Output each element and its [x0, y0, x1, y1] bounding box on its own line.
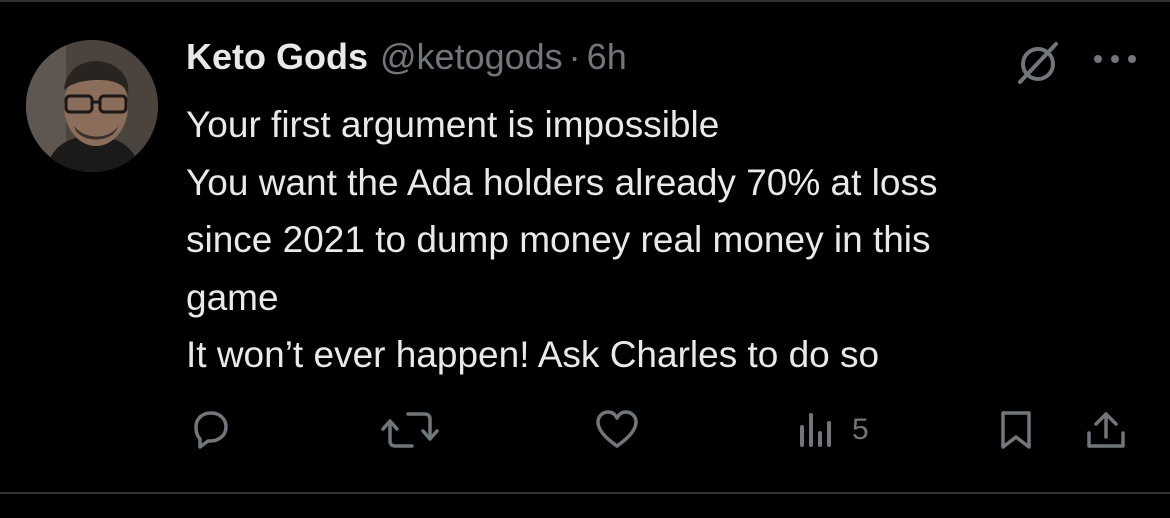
- tweet-text: Your first argument is impossible You wa…: [186, 96, 1146, 384]
- bookmark-icon: [1001, 411, 1031, 449]
- retweet-button[interactable]: [380, 400, 440, 460]
- reply-icon: [194, 411, 228, 449]
- top-divider: [0, 0, 1170, 2]
- bookmark-button[interactable]: [998, 400, 1034, 460]
- separator-dot: ·: [568, 36, 581, 77]
- tweet-line: You want the Ada holders already 70% at …: [186, 161, 938, 203]
- bottom-divider: [0, 492, 1170, 494]
- tweet-line: Your first argument is impossible: [186, 104, 720, 145]
- display-name[interactable]: Keto Gods: [186, 36, 368, 78]
- tweet-header: Keto Gods @ketogods · 6h: [186, 36, 627, 86]
- tweet-line: It won’t ever happen! Ask Charles to do …: [186, 334, 880, 375]
- views-count: 5: [852, 413, 869, 446]
- tweet-line: since 2021 to dump money real money in t…: [186, 219, 931, 260]
- heart-icon: [596, 410, 638, 448]
- share-button[interactable]: [1084, 400, 1128, 460]
- grok-icon[interactable]: [1014, 40, 1062, 84]
- timestamp[interactable]: 6h: [587, 36, 627, 78]
- views-icon: [800, 413, 831, 447]
- retweet-icon: [381, 412, 439, 448]
- share-icon: [1087, 412, 1125, 448]
- action-bar: 5: [0, 400, 1170, 460]
- avatar-photo: [26, 40, 158, 172]
- views-button[interactable]: 5: [796, 400, 869, 460]
- tweet-line: game: [186, 276, 279, 318]
- more-icon[interactable]: [1090, 44, 1140, 74]
- reply-button[interactable]: [188, 400, 234, 460]
- handle[interactable]: @ketogods: [380, 36, 563, 78]
- avatar[interactable]: [26, 40, 158, 172]
- like-button[interactable]: [594, 400, 640, 460]
